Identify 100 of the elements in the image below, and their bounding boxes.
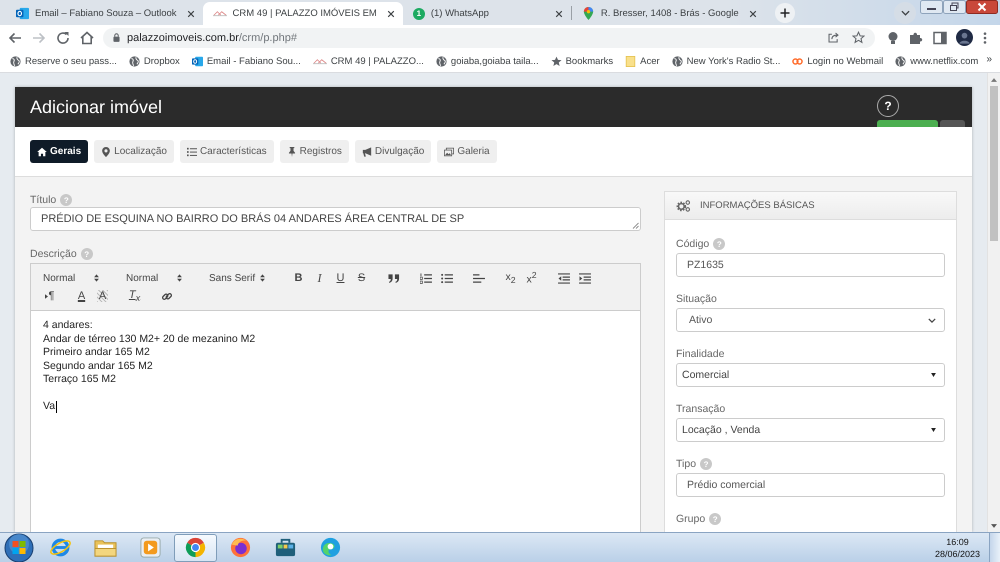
globe-icon bbox=[672, 56, 683, 66]
mail-app-icon bbox=[16, 7, 29, 20]
bookmark[interactable]: www.netflix.com bbox=[889, 52, 984, 70]
browser-tab[interactable]: R. Bresser, 1408 - Brás - Google bbox=[572, 2, 765, 25]
close-icon[interactable] bbox=[748, 10, 757, 18]
triangle-icon bbox=[44, 294, 48, 298]
browser-tab[interactable]: CRM 49 | PALAZZO IMÓVEIS EM bbox=[202, 2, 403, 25]
more-bookmarks-button[interactable]: » bbox=[986, 54, 992, 65]
bookmark[interactable]: Email - Fabiano Sou... bbox=[186, 52, 307, 70]
format-picker[interactable]: Normal bbox=[39, 269, 101, 287]
scrollbar-thumb[interactable] bbox=[990, 86, 998, 241]
tab[interactable]: Divulgação bbox=[354, 140, 432, 163]
reload-icon[interactable] bbox=[55, 30, 71, 46]
direction-button[interactable]: ¶ bbox=[39, 287, 60, 305]
format-picker[interactable]: Sans Serif bbox=[205, 269, 267, 287]
bookmark[interactable]: Reserve o seu pass... bbox=[4, 52, 123, 70]
dropdown-field[interactable]: Comercial bbox=[676, 363, 945, 387]
tab[interactable]: Características bbox=[180, 140, 274, 163]
bookmark[interactable]: goiaba,goiaba taila... bbox=[430, 52, 545, 70]
field-label: Título bbox=[30, 194, 56, 206]
clear-format-button[interactable]: T$_{x}$ bbox=[124, 287, 145, 305]
map-pin-icon bbox=[582, 7, 595, 20]
text-line: Terraço 165 M2 bbox=[43, 373, 116, 386]
restore-button[interactable] bbox=[943, 0, 966, 14]
menu-icon[interactable] bbox=[983, 30, 987, 44]
strikethrough-button[interactable]: S bbox=[351, 269, 372, 287]
logo-icon bbox=[312, 58, 327, 64]
numbered-list-icon bbox=[420, 272, 432, 284]
tab[interactable]: Localização bbox=[94, 140, 174, 163]
home-icon[interactable] bbox=[79, 30, 95, 46]
caret-icon bbox=[931, 373, 936, 377]
bold-button[interactable]: B bbox=[288, 269, 309, 287]
underline-button[interactable]: U bbox=[330, 269, 351, 287]
field-label: Finalidade bbox=[676, 348, 724, 360]
clock-time[interactable]: 16:09 bbox=[946, 536, 969, 548]
bookmark[interactable]: CRM 49 | PALAZZO... bbox=[306, 52, 430, 70]
caret-icon bbox=[931, 428, 936, 432]
avatar-icon[interactable] bbox=[956, 29, 973, 46]
globe-icon bbox=[128, 56, 140, 66]
browser-icon bbox=[229, 536, 252, 559]
field-label: Transação bbox=[676, 403, 726, 415]
lock-icon bbox=[113, 33, 120, 42]
home-icon bbox=[37, 146, 47, 156]
sidebar-icon[interactable] bbox=[932, 30, 948, 46]
help-button[interactable]: ? bbox=[877, 95, 899, 117]
dropdown-field[interactable]: Locação , Venda bbox=[676, 418, 945, 442]
text-field[interactable]: Prédio comercial bbox=[676, 473, 945, 497]
up-arrow-icon[interactable] bbox=[991, 78, 997, 82]
tab[interactable]: Gerais bbox=[30, 140, 88, 163]
text-line: Andar de térreo 130 M2+ 20 de mezanino M2 bbox=[43, 332, 256, 346]
folder-icon bbox=[625, 56, 636, 66]
tab[interactable]: Galeria bbox=[437, 140, 497, 163]
quote-icon bbox=[388, 272, 400, 284]
italic-button[interactable]: I bbox=[309, 269, 330, 287]
address-bar[interactable]: palazzoimoveis.com.br/crm/p.php# bbox=[103, 28, 875, 48]
highlight-button[interactable]: A bbox=[92, 287, 113, 305]
align-left-icon bbox=[472, 272, 484, 284]
text-field[interactable]: PZ1635 bbox=[676, 253, 945, 277]
briefcase-icon bbox=[274, 536, 297, 559]
superscript-button[interactable]: x$^{2}$ bbox=[521, 269, 542, 287]
bookmark[interactable]: Dropbox bbox=[122, 52, 186, 70]
star-icon[interactable] bbox=[852, 31, 865, 44]
browser-icon bbox=[319, 536, 342, 559]
close-icon[interactable] bbox=[554, 10, 563, 18]
close-icon[interactable] bbox=[186, 10, 195, 18]
logo-icon bbox=[792, 56, 804, 66]
mail-app-icon bbox=[192, 56, 203, 66]
tab-search-button[interactable] bbox=[894, 2, 916, 24]
select-field[interactable]: Ativo bbox=[676, 308, 945, 332]
subscript-button[interactable]: x$_{2}$ bbox=[500, 269, 521, 287]
text-color-button[interactable]: A bbox=[71, 287, 92, 305]
title-field[interactable]: PRÉDIO DE ESQUINA NO BAIRRO DO BRÁS 04 ANDARES ÁREA CENTRAL DE SP bbox=[30, 207, 641, 231]
images-icon bbox=[444, 146, 454, 156]
close-button[interactable] bbox=[966, 0, 998, 14]
bookmark[interactable]: Login no Webmail bbox=[786, 52, 890, 70]
browser-tab[interactable]: Email – Fabiano Souza – Outlook bbox=[6, 2, 203, 25]
up-down-arrows-icon bbox=[94, 274, 99, 282]
modal-title: Adicionar imóvel bbox=[30, 96, 162, 118]
bookmark[interactable]: Bookmarks bbox=[544, 52, 620, 70]
panel-title: INFORMAÇÕES BÁSICAS bbox=[700, 200, 815, 211]
bookmark[interactable]: New York's Radio St... bbox=[666, 52, 786, 70]
scrollbar[interactable] bbox=[987, 73, 1000, 532]
up-down-arrows-icon bbox=[260, 274, 265, 282]
down-arrow-icon[interactable] bbox=[991, 524, 997, 528]
bookmark[interactable]: Acer bbox=[619, 52, 666, 70]
bullet-list-icon bbox=[440, 272, 452, 284]
tab[interactable]: Registros bbox=[280, 140, 349, 163]
close-icon[interactable] bbox=[386, 10, 395, 18]
share-icon[interactable] bbox=[827, 31, 840, 44]
format-picker[interactable]: Normal bbox=[122, 269, 184, 287]
field-label: Situação bbox=[676, 293, 717, 305]
clock-date[interactable]: 28/06/2023 bbox=[934, 548, 980, 560]
unread-count: 1 bbox=[412, 8, 425, 20]
chevron-down-icon bbox=[900, 10, 910, 16]
minimize-button[interactable] bbox=[920, 0, 943, 14]
taskbar-button[interactable] bbox=[174, 534, 217, 562]
resize-grip-icon[interactable] bbox=[631, 221, 639, 229]
start-button[interactable] bbox=[4, 532, 34, 562]
new-tab-button[interactable] bbox=[774, 3, 795, 23]
browser-tab[interactable]: 1 (1) WhatsApp bbox=[402, 2, 571, 25]
